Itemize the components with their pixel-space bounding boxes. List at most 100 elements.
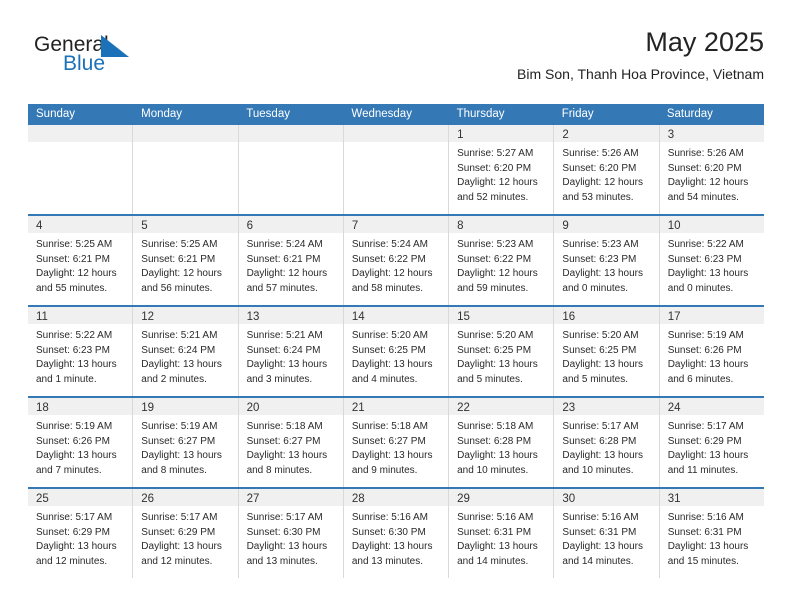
day-number: 24 xyxy=(667,402,681,414)
calendar-day-cell[interactable]: 19 Sunrise: 5:19 AM Sunset: 6:27 PM Dayligh… xyxy=(133,398,239,487)
calendar-day-cell[interactable]: 2 Sunrise: 5:26 AM Sunset: 6:20 PM Daylight… xyxy=(554,125,660,214)
calendar-week-row: 4 Sunrise: 5:25 AM Sunset: 6:21 PM Daylight… xyxy=(28,214,764,305)
calendar-day-cell[interactable]: 9 Sunrise: 5:23 AM Sunset: 6:23 PM Daylight… xyxy=(554,216,660,305)
day-number-band: 9 xyxy=(554,216,659,233)
daylight-text-line1: Daylight: 13 hours xyxy=(351,541,433,553)
daylight-text-line1: Daylight: 13 hours xyxy=(667,541,749,553)
day-info: Sunrise: 5:25 AM Sunset: 6:21 PM Daylight:… xyxy=(133,233,237,296)
daylight-text-line2: and 8 minutes. xyxy=(141,464,207,476)
day-number: 30 xyxy=(562,493,576,505)
calendar-day-cell[interactable]: 11 Sunrise: 5:22 AM Sunset: 6:23 PM Dayligh… xyxy=(28,307,134,396)
sunrise-text: Sunrise: 5:17 AM xyxy=(141,512,218,523)
daylight-text-line1: Daylight: 13 hours xyxy=(141,450,222,462)
day-number: 5 xyxy=(141,220,148,232)
day-info: Sunrise: 5:20 AM Sunset: 6:25 PM Daylight:… xyxy=(554,324,658,387)
calendar-day-cell[interactable]: 5 Sunrise: 5:25 AM Sunset: 6:21 PM Daylight… xyxy=(133,216,239,305)
daylight-text-line2: and 7 minutes. xyxy=(36,464,102,476)
calendar-day-cell[interactable]: 15 Sunrise: 5:20 AM Sunset: 6:25 PM Dayligh… xyxy=(449,307,555,396)
calendar-day-cell[interactable]: 3 Sunrise: 5:26 AM Sunset: 6:20 PM Daylight… xyxy=(659,125,764,214)
daylight-text-line2: and 9 minutes. xyxy=(351,464,418,476)
day-info: Sunrise: 5:27 AM Sunset: 6:20 PM Daylight:… xyxy=(449,142,553,205)
day-info: Sunrise: 5:17 AM Sunset: 6:29 PM Daylight:… xyxy=(133,506,237,569)
day-info: Sunrise: 5:18 AM Sunset: 6:28 PM Daylight:… xyxy=(449,415,553,478)
daylight-text-line2: and 5 minutes. xyxy=(562,373,629,385)
brand-logo[interactable]: General Blue xyxy=(28,32,238,88)
daylight-text-line1: Daylight: 13 hours xyxy=(562,541,644,553)
day-info: Sunrise: 5:22 AM Sunset: 6:23 PM Daylight:… xyxy=(28,324,132,387)
calendar-day-cell[interactable]: 16 Sunrise: 5:20 AM Sunset: 6:25 PM Dayligh… xyxy=(554,307,660,396)
sunset-text: Sunset: 6:29 PM xyxy=(141,526,216,538)
calendar-day-cell[interactable]: 30 Sunrise: 5:16 AM Sunset: 6:31 PM Dayligh… xyxy=(554,489,660,578)
day-number-band: 23 xyxy=(554,398,659,415)
daylight-text-line2: and 8 minutes. xyxy=(246,464,313,476)
daylight-text-line1: Daylight: 13 hours xyxy=(457,359,538,371)
daylight-text-line2: and 54 minutes. xyxy=(667,191,739,203)
day-number-band: 14 xyxy=(343,307,449,324)
calendar-day-cell[interactable]: 27 Sunrise: 5:17 AM Sunset: 6:30 PM Dayligh… xyxy=(238,489,344,578)
day-info: Sunrise: 5:16 AM Sunset: 6:30 PM Daylight:… xyxy=(344,506,448,569)
calendar-day-cell[interactable]: 25 Sunrise: 5:17 AM Sunset: 6:29 PM Dayligh… xyxy=(28,489,134,578)
daylight-text-line2: and 59 minutes. xyxy=(457,282,529,294)
daylight-text-line1: Daylight: 12 hours xyxy=(562,177,644,189)
calendar-day-cell[interactable]: 23 Sunrise: 5:17 AM Sunset: 6:28 PM Dayligh… xyxy=(554,398,660,487)
sunrise-text: Sunrise: 5:21 AM xyxy=(141,330,218,341)
day-number: 14 xyxy=(351,311,365,323)
calendar-day-cell[interactable]: 31 Sunrise: 5:16 AM Sunset: 6:31 PM Dayligh… xyxy=(659,489,764,578)
daylight-text-line1: Daylight: 13 hours xyxy=(667,268,749,280)
sunrise-text: Sunrise: 5:22 AM xyxy=(36,330,113,341)
weekday-header-saturday: Saturday xyxy=(666,108,713,120)
calendar-day-cell[interactable]: 29 Sunrise: 5:16 AM Sunset: 6:31 PM Dayligh… xyxy=(449,489,555,578)
daylight-text-line1: Daylight: 12 hours xyxy=(36,268,117,280)
sunset-text: Sunset: 6:23 PM xyxy=(667,253,742,265)
calendar-day-cell[interactable]: 10 Sunrise: 5:22 AM Sunset: 6:23 PM Dayligh… xyxy=(659,216,764,305)
daylight-text-line2: and 12 minutes. xyxy=(36,555,108,567)
daylight-text-line2: and 57 minutes. xyxy=(246,282,318,294)
daylight-text-line2: and 0 minutes. xyxy=(667,282,734,294)
day-info: Sunrise: 5:23 AM Sunset: 6:23 PM Daylight:… xyxy=(554,233,658,296)
calendar-day-cell[interactable]: 24 Sunrise: 5:17 AM Sunset: 6:29 PM Dayligh… xyxy=(659,398,764,487)
calendar-day-cell[interactable]: 21 Sunrise: 5:18 AM Sunset: 6:27 PM Dayligh… xyxy=(343,398,450,487)
daylight-text-line1: Daylight: 12 hours xyxy=(667,177,749,189)
calendar-day-cell[interactable]: 12 Sunrise: 5:21 AM Sunset: 6:24 PM Dayligh… xyxy=(133,307,239,396)
day-number-band: 21 xyxy=(343,398,449,415)
page-title: May 2025 xyxy=(645,27,764,57)
daylight-text-line1: Daylight: 12 hours xyxy=(246,268,328,280)
daylight-text-line2: and 2 minutes. xyxy=(141,373,207,385)
calendar-day-cell[interactable]: 28 Sunrise: 5:16 AM Sunset: 6:30 PM Dayligh… xyxy=(343,489,450,578)
sunset-text: Sunset: 6:25 PM xyxy=(351,344,426,356)
calendar-day-cell[interactable]: 26 Sunrise: 5:17 AM Sunset: 6:29 PM Dayligh… xyxy=(133,489,239,578)
sunset-text: Sunset: 6:27 PM xyxy=(351,435,426,447)
day-number-band xyxy=(133,125,238,142)
calendar-day-cell[interactable]: 4 Sunrise: 5:25 AM Sunset: 6:21 PM Daylight… xyxy=(28,216,134,305)
day-number-band: 7 xyxy=(343,216,449,233)
calendar-day-cell[interactable]: 18 Sunrise: 5:19 AM Sunset: 6:26 PM Dayligh… xyxy=(28,398,134,487)
day-number: 31 xyxy=(667,493,681,505)
calendar-day-cell[interactable]: 14 Sunrise: 5:20 AM Sunset: 6:25 PM Dayligh… xyxy=(343,307,450,396)
calendar-day-cell[interactable]: 17 Sunrise: 5:19 AM Sunset: 6:26 PM Dayligh… xyxy=(659,307,764,396)
sunset-text: Sunset: 6:23 PM xyxy=(36,344,110,356)
daylight-text-line1: Daylight: 13 hours xyxy=(141,359,222,371)
calendar-day-cell[interactable]: 7 Sunrise: 5:24 AM Sunset: 6:22 PM Daylight… xyxy=(343,216,450,305)
title-block: May 2025 Bim Son, Thanh Hoa Province, Vi… xyxy=(517,26,764,83)
day-number: 20 xyxy=(246,402,260,414)
daylight-text-line1: Daylight: 13 hours xyxy=(562,450,644,462)
sunrise-text: Sunrise: 5:23 AM xyxy=(457,239,534,250)
calendar-day-cell[interactable]: 22 Sunrise: 5:18 AM Sunset: 6:28 PM Dayligh… xyxy=(449,398,555,487)
sunset-text: Sunset: 6:25 PM xyxy=(457,344,532,356)
day-number-band: 12 xyxy=(133,307,238,324)
calendar-day-cell[interactable]: 20 Sunrise: 5:18 AM Sunset: 6:27 PM Dayligh… xyxy=(238,398,344,487)
day-info: Sunrise: 5:19 AM Sunset: 6:26 PM Daylight:… xyxy=(660,324,764,387)
day-number-band: 2 xyxy=(554,125,659,142)
day-info: Sunrise: 5:17 AM Sunset: 6:30 PM Daylight:… xyxy=(239,506,343,569)
sunrise-text: Sunrise: 5:25 AM xyxy=(36,239,113,250)
sunrise-text: Sunrise: 5:17 AM xyxy=(562,421,639,432)
sunrise-text: Sunrise: 5:20 AM xyxy=(562,330,639,341)
day-info: Sunrise: 5:16 AM Sunset: 6:31 PM Daylight:… xyxy=(554,506,658,569)
calendar-weeks: 1 Sunrise: 5:27 AM Sunset: 6:20 PM Daylight… xyxy=(28,125,764,578)
day-info: Sunrise: 5:18 AM Sunset: 6:27 PM Daylight:… xyxy=(344,415,448,478)
calendar-day-cell[interactable]: 8 Sunrise: 5:23 AM Sunset: 6:22 PM Daylight… xyxy=(449,216,555,305)
day-number: 18 xyxy=(36,402,49,414)
calendar-day-cell[interactable]: 6 Sunrise: 5:24 AM Sunset: 6:21 PM Daylight… xyxy=(238,216,344,305)
calendar-day-cell[interactable]: 13 Sunrise: 5:21 AM Sunset: 6:24 PM Dayligh… xyxy=(238,307,344,396)
calendar-day-cell[interactable]: 1 Sunrise: 5:27 AM Sunset: 6:20 PM Daylight… xyxy=(449,125,555,214)
